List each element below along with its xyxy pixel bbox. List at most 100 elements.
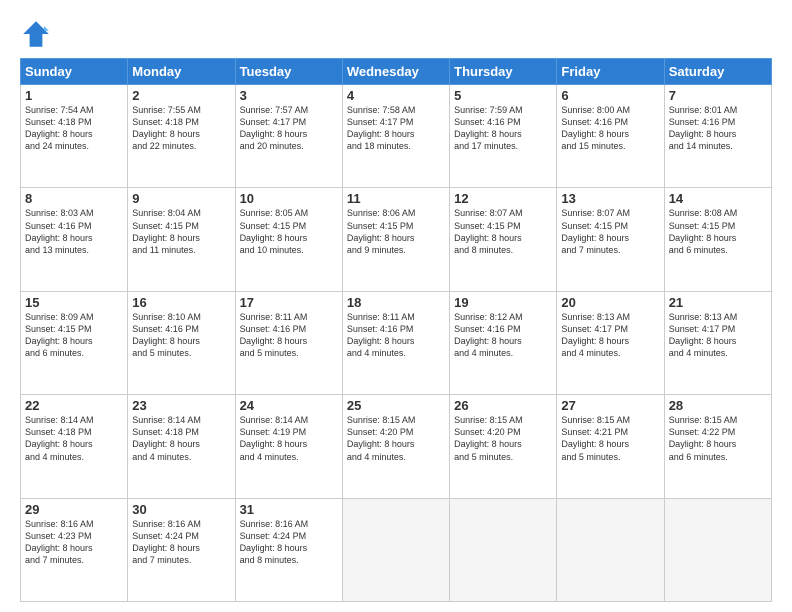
calendar-cell: 21Sunrise: 8:13 AM Sunset: 4:17 PM Dayli… (664, 291, 771, 394)
cell-text: Sunrise: 8:13 AM Sunset: 4:17 PM Dayligh… (561, 311, 659, 360)
day-number: 17 (240, 295, 338, 310)
day-number: 31 (240, 502, 338, 517)
cell-text: Sunrise: 7:54 AM Sunset: 4:18 PM Dayligh… (25, 104, 123, 153)
logo (20, 18, 56, 50)
cell-text: Sunrise: 8:12 AM Sunset: 4:16 PM Dayligh… (454, 311, 552, 360)
day-number: 6 (561, 88, 659, 103)
calendar-cell: 5Sunrise: 7:59 AM Sunset: 4:16 PM Daylig… (450, 85, 557, 188)
cell-text: Sunrise: 8:07 AM Sunset: 4:15 PM Dayligh… (561, 207, 659, 256)
day-header-friday: Friday (557, 59, 664, 85)
cell-text: Sunrise: 8:13 AM Sunset: 4:17 PM Dayligh… (669, 311, 767, 360)
cell-text: Sunrise: 8:11 AM Sunset: 4:16 PM Dayligh… (347, 311, 445, 360)
calendar: SundayMondayTuesdayWednesdayThursdayFrid… (20, 58, 772, 602)
day-header-saturday: Saturday (664, 59, 771, 85)
cell-text: Sunrise: 8:01 AM Sunset: 4:16 PM Dayligh… (669, 104, 767, 153)
day-number: 29 (25, 502, 123, 517)
day-number: 7 (669, 88, 767, 103)
cell-text: Sunrise: 8:15 AM Sunset: 4:22 PM Dayligh… (669, 414, 767, 463)
day-number: 26 (454, 398, 552, 413)
calendar-cell: 13Sunrise: 8:07 AM Sunset: 4:15 PM Dayli… (557, 188, 664, 291)
day-number: 20 (561, 295, 659, 310)
day-number: 18 (347, 295, 445, 310)
cell-text: Sunrise: 8:08 AM Sunset: 4:15 PM Dayligh… (669, 207, 767, 256)
calendar-cell: 17Sunrise: 8:11 AM Sunset: 4:16 PM Dayli… (235, 291, 342, 394)
day-number: 2 (132, 88, 230, 103)
calendar-cell: 27Sunrise: 8:15 AM Sunset: 4:21 PM Dayli… (557, 395, 664, 498)
calendar-cell: 8Sunrise: 8:03 AM Sunset: 4:16 PM Daylig… (21, 188, 128, 291)
cell-text: Sunrise: 7:55 AM Sunset: 4:18 PM Dayligh… (132, 104, 230, 153)
day-number: 23 (132, 398, 230, 413)
calendar-cell: 24Sunrise: 8:14 AM Sunset: 4:19 PM Dayli… (235, 395, 342, 498)
calendar-cell: 10Sunrise: 8:05 AM Sunset: 4:15 PM Dayli… (235, 188, 342, 291)
day-header-wednesday: Wednesday (342, 59, 449, 85)
calendar-cell: 22Sunrise: 8:14 AM Sunset: 4:18 PM Dayli… (21, 395, 128, 498)
calendar-cell: 26Sunrise: 8:15 AM Sunset: 4:20 PM Dayli… (450, 395, 557, 498)
cell-text: Sunrise: 8:06 AM Sunset: 4:15 PM Dayligh… (347, 207, 445, 256)
calendar-cell: 30Sunrise: 8:16 AM Sunset: 4:24 PM Dayli… (128, 498, 235, 601)
cell-text: Sunrise: 8:16 AM Sunset: 4:23 PM Dayligh… (25, 518, 123, 567)
page: SundayMondayTuesdayWednesdayThursdayFrid… (0, 0, 792, 612)
cell-text: Sunrise: 8:05 AM Sunset: 4:15 PM Dayligh… (240, 207, 338, 256)
day-number: 12 (454, 191, 552, 206)
calendar-cell: 20Sunrise: 8:13 AM Sunset: 4:17 PM Dayli… (557, 291, 664, 394)
day-number: 1 (25, 88, 123, 103)
calendar-cell: 15Sunrise: 8:09 AM Sunset: 4:15 PM Dayli… (21, 291, 128, 394)
cell-text: Sunrise: 8:07 AM Sunset: 4:15 PM Dayligh… (454, 207, 552, 256)
calendar-cell: 25Sunrise: 8:15 AM Sunset: 4:20 PM Dayli… (342, 395, 449, 498)
calendar-cell: 29Sunrise: 8:16 AM Sunset: 4:23 PM Dayli… (21, 498, 128, 601)
calendar-cell: 7Sunrise: 8:01 AM Sunset: 4:16 PM Daylig… (664, 85, 771, 188)
day-number: 24 (240, 398, 338, 413)
calendar-cell: 6Sunrise: 8:00 AM Sunset: 4:16 PM Daylig… (557, 85, 664, 188)
week-row-2: 15Sunrise: 8:09 AM Sunset: 4:15 PM Dayli… (21, 291, 772, 394)
calendar-cell: 23Sunrise: 8:14 AM Sunset: 4:18 PM Dayli… (128, 395, 235, 498)
calendar-cell: 16Sunrise: 8:10 AM Sunset: 4:16 PM Dayli… (128, 291, 235, 394)
calendar-body: 1Sunrise: 7:54 AM Sunset: 4:18 PM Daylig… (21, 85, 772, 602)
day-number: 4 (347, 88, 445, 103)
day-number: 30 (132, 502, 230, 517)
calendar-cell: 1Sunrise: 7:54 AM Sunset: 4:18 PM Daylig… (21, 85, 128, 188)
cell-text: Sunrise: 8:14 AM Sunset: 4:18 PM Dayligh… (25, 414, 123, 463)
day-number: 3 (240, 88, 338, 103)
calendar-cell: 19Sunrise: 8:12 AM Sunset: 4:16 PM Dayli… (450, 291, 557, 394)
cell-text: Sunrise: 8:16 AM Sunset: 4:24 PM Dayligh… (240, 518, 338, 567)
day-number: 15 (25, 295, 123, 310)
calendar-cell: 31Sunrise: 8:16 AM Sunset: 4:24 PM Dayli… (235, 498, 342, 601)
cell-text: Sunrise: 8:15 AM Sunset: 4:21 PM Dayligh… (561, 414, 659, 463)
day-number: 10 (240, 191, 338, 206)
header (20, 18, 772, 50)
cell-text: Sunrise: 8:11 AM Sunset: 4:16 PM Dayligh… (240, 311, 338, 360)
calendar-cell (450, 498, 557, 601)
day-header-sunday: Sunday (21, 59, 128, 85)
day-number: 28 (669, 398, 767, 413)
calendar-cell: 18Sunrise: 8:11 AM Sunset: 4:16 PM Dayli… (342, 291, 449, 394)
day-number: 27 (561, 398, 659, 413)
day-number: 8 (25, 191, 123, 206)
day-number: 16 (132, 295, 230, 310)
cell-text: Sunrise: 8:09 AM Sunset: 4:15 PM Dayligh… (25, 311, 123, 360)
header-row: SundayMondayTuesdayWednesdayThursdayFrid… (21, 59, 772, 85)
cell-text: Sunrise: 8:16 AM Sunset: 4:24 PM Dayligh… (132, 518, 230, 567)
calendar-cell: 12Sunrise: 8:07 AM Sunset: 4:15 PM Dayli… (450, 188, 557, 291)
cell-text: Sunrise: 8:14 AM Sunset: 4:19 PM Dayligh… (240, 414, 338, 463)
calendar-cell: 3Sunrise: 7:57 AM Sunset: 4:17 PM Daylig… (235, 85, 342, 188)
calendar-cell (664, 498, 771, 601)
calendar-cell: 9Sunrise: 8:04 AM Sunset: 4:15 PM Daylig… (128, 188, 235, 291)
day-number: 5 (454, 88, 552, 103)
calendar-cell: 14Sunrise: 8:08 AM Sunset: 4:15 PM Dayli… (664, 188, 771, 291)
cell-text: Sunrise: 8:00 AM Sunset: 4:16 PM Dayligh… (561, 104, 659, 153)
day-number: 13 (561, 191, 659, 206)
week-row-1: 8Sunrise: 8:03 AM Sunset: 4:16 PM Daylig… (21, 188, 772, 291)
day-number: 9 (132, 191, 230, 206)
calendar-cell: 2Sunrise: 7:55 AM Sunset: 4:18 PM Daylig… (128, 85, 235, 188)
calendar-cell: 4Sunrise: 7:58 AM Sunset: 4:17 PM Daylig… (342, 85, 449, 188)
cell-text: Sunrise: 7:59 AM Sunset: 4:16 PM Dayligh… (454, 104, 552, 153)
day-header-thursday: Thursday (450, 59, 557, 85)
day-header-tuesday: Tuesday (235, 59, 342, 85)
day-number: 14 (669, 191, 767, 206)
day-number: 19 (454, 295, 552, 310)
day-number: 22 (25, 398, 123, 413)
week-row-3: 22Sunrise: 8:14 AM Sunset: 4:18 PM Dayli… (21, 395, 772, 498)
calendar-cell (342, 498, 449, 601)
cell-text: Sunrise: 8:04 AM Sunset: 4:15 PM Dayligh… (132, 207, 230, 256)
cell-text: Sunrise: 8:14 AM Sunset: 4:18 PM Dayligh… (132, 414, 230, 463)
